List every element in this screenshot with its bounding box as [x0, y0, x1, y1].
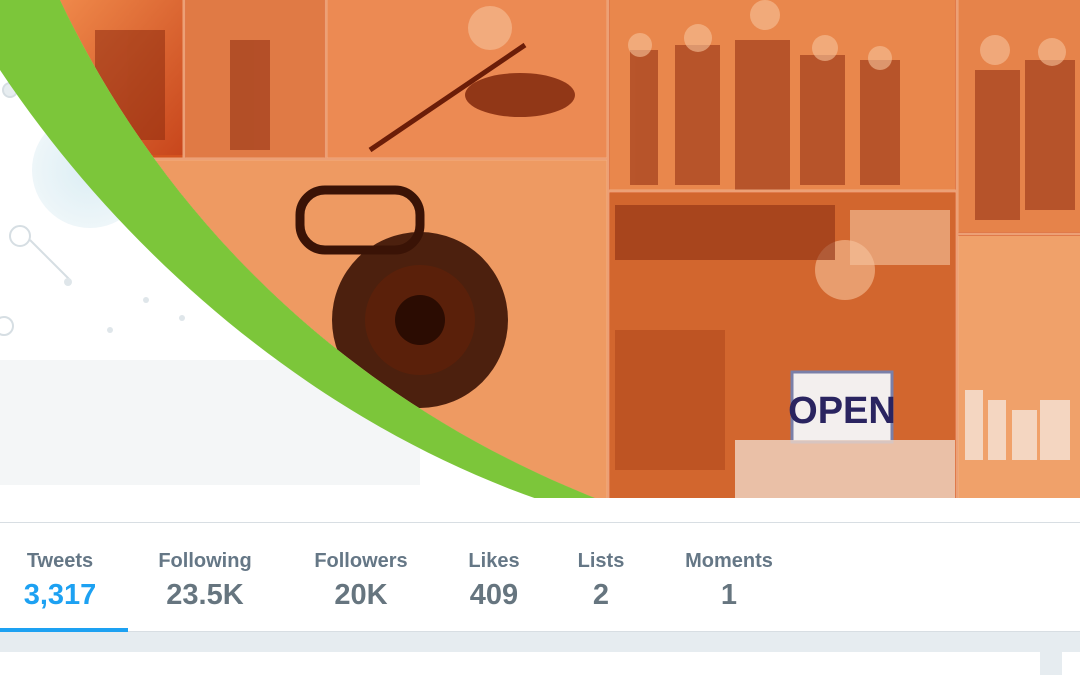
- nav-tweets[interactable]: Tweets 3,317: [20, 549, 100, 612]
- nav-lists-count: 2: [592, 579, 610, 611]
- nav-following-label: Following: [158, 550, 252, 572]
- nav-likes[interactable]: Likes 409: [462, 549, 526, 612]
- nav-likes-count: 409: [469, 579, 519, 611]
- profile-nav: Tweets 3,317 Following 23.5K Followers 2…: [0, 522, 1080, 632]
- nav-tweets-count: 3,317: [23, 579, 97, 611]
- nav-following-count: 23.5K: [166, 579, 244, 611]
- nav-followers-count: 20K: [334, 579, 388, 611]
- nav-moments-count: 1: [720, 579, 738, 611]
- nav-followers[interactable]: Followers 20K: [308, 549, 414, 612]
- nav-followers-label: Followers: [314, 550, 408, 572]
- nav-moments[interactable]: Moments 1: [678, 549, 780, 612]
- profile-header-banner[interactable]: OPEN: [0, 0, 1080, 522]
- nav-following[interactable]: Following 23.5K: [152, 549, 258, 612]
- open-sign-text: OPEN: [788, 390, 896, 432]
- nav-likes-label: Likes: [468, 550, 520, 572]
- sidebar-card: [1062, 652, 1080, 675]
- nav-lists-label: Lists: [577, 550, 625, 572]
- timeline-card: [0, 652, 1040, 675]
- active-tab-indicator: [0, 628, 128, 632]
- banner-background: OPEN: [0, 0, 1080, 522]
- nav-lists[interactable]: Lists 2: [574, 549, 628, 612]
- nav-moments-label: Moments: [685, 550, 773, 572]
- nav-tweets-label: Tweets: [26, 550, 94, 572]
